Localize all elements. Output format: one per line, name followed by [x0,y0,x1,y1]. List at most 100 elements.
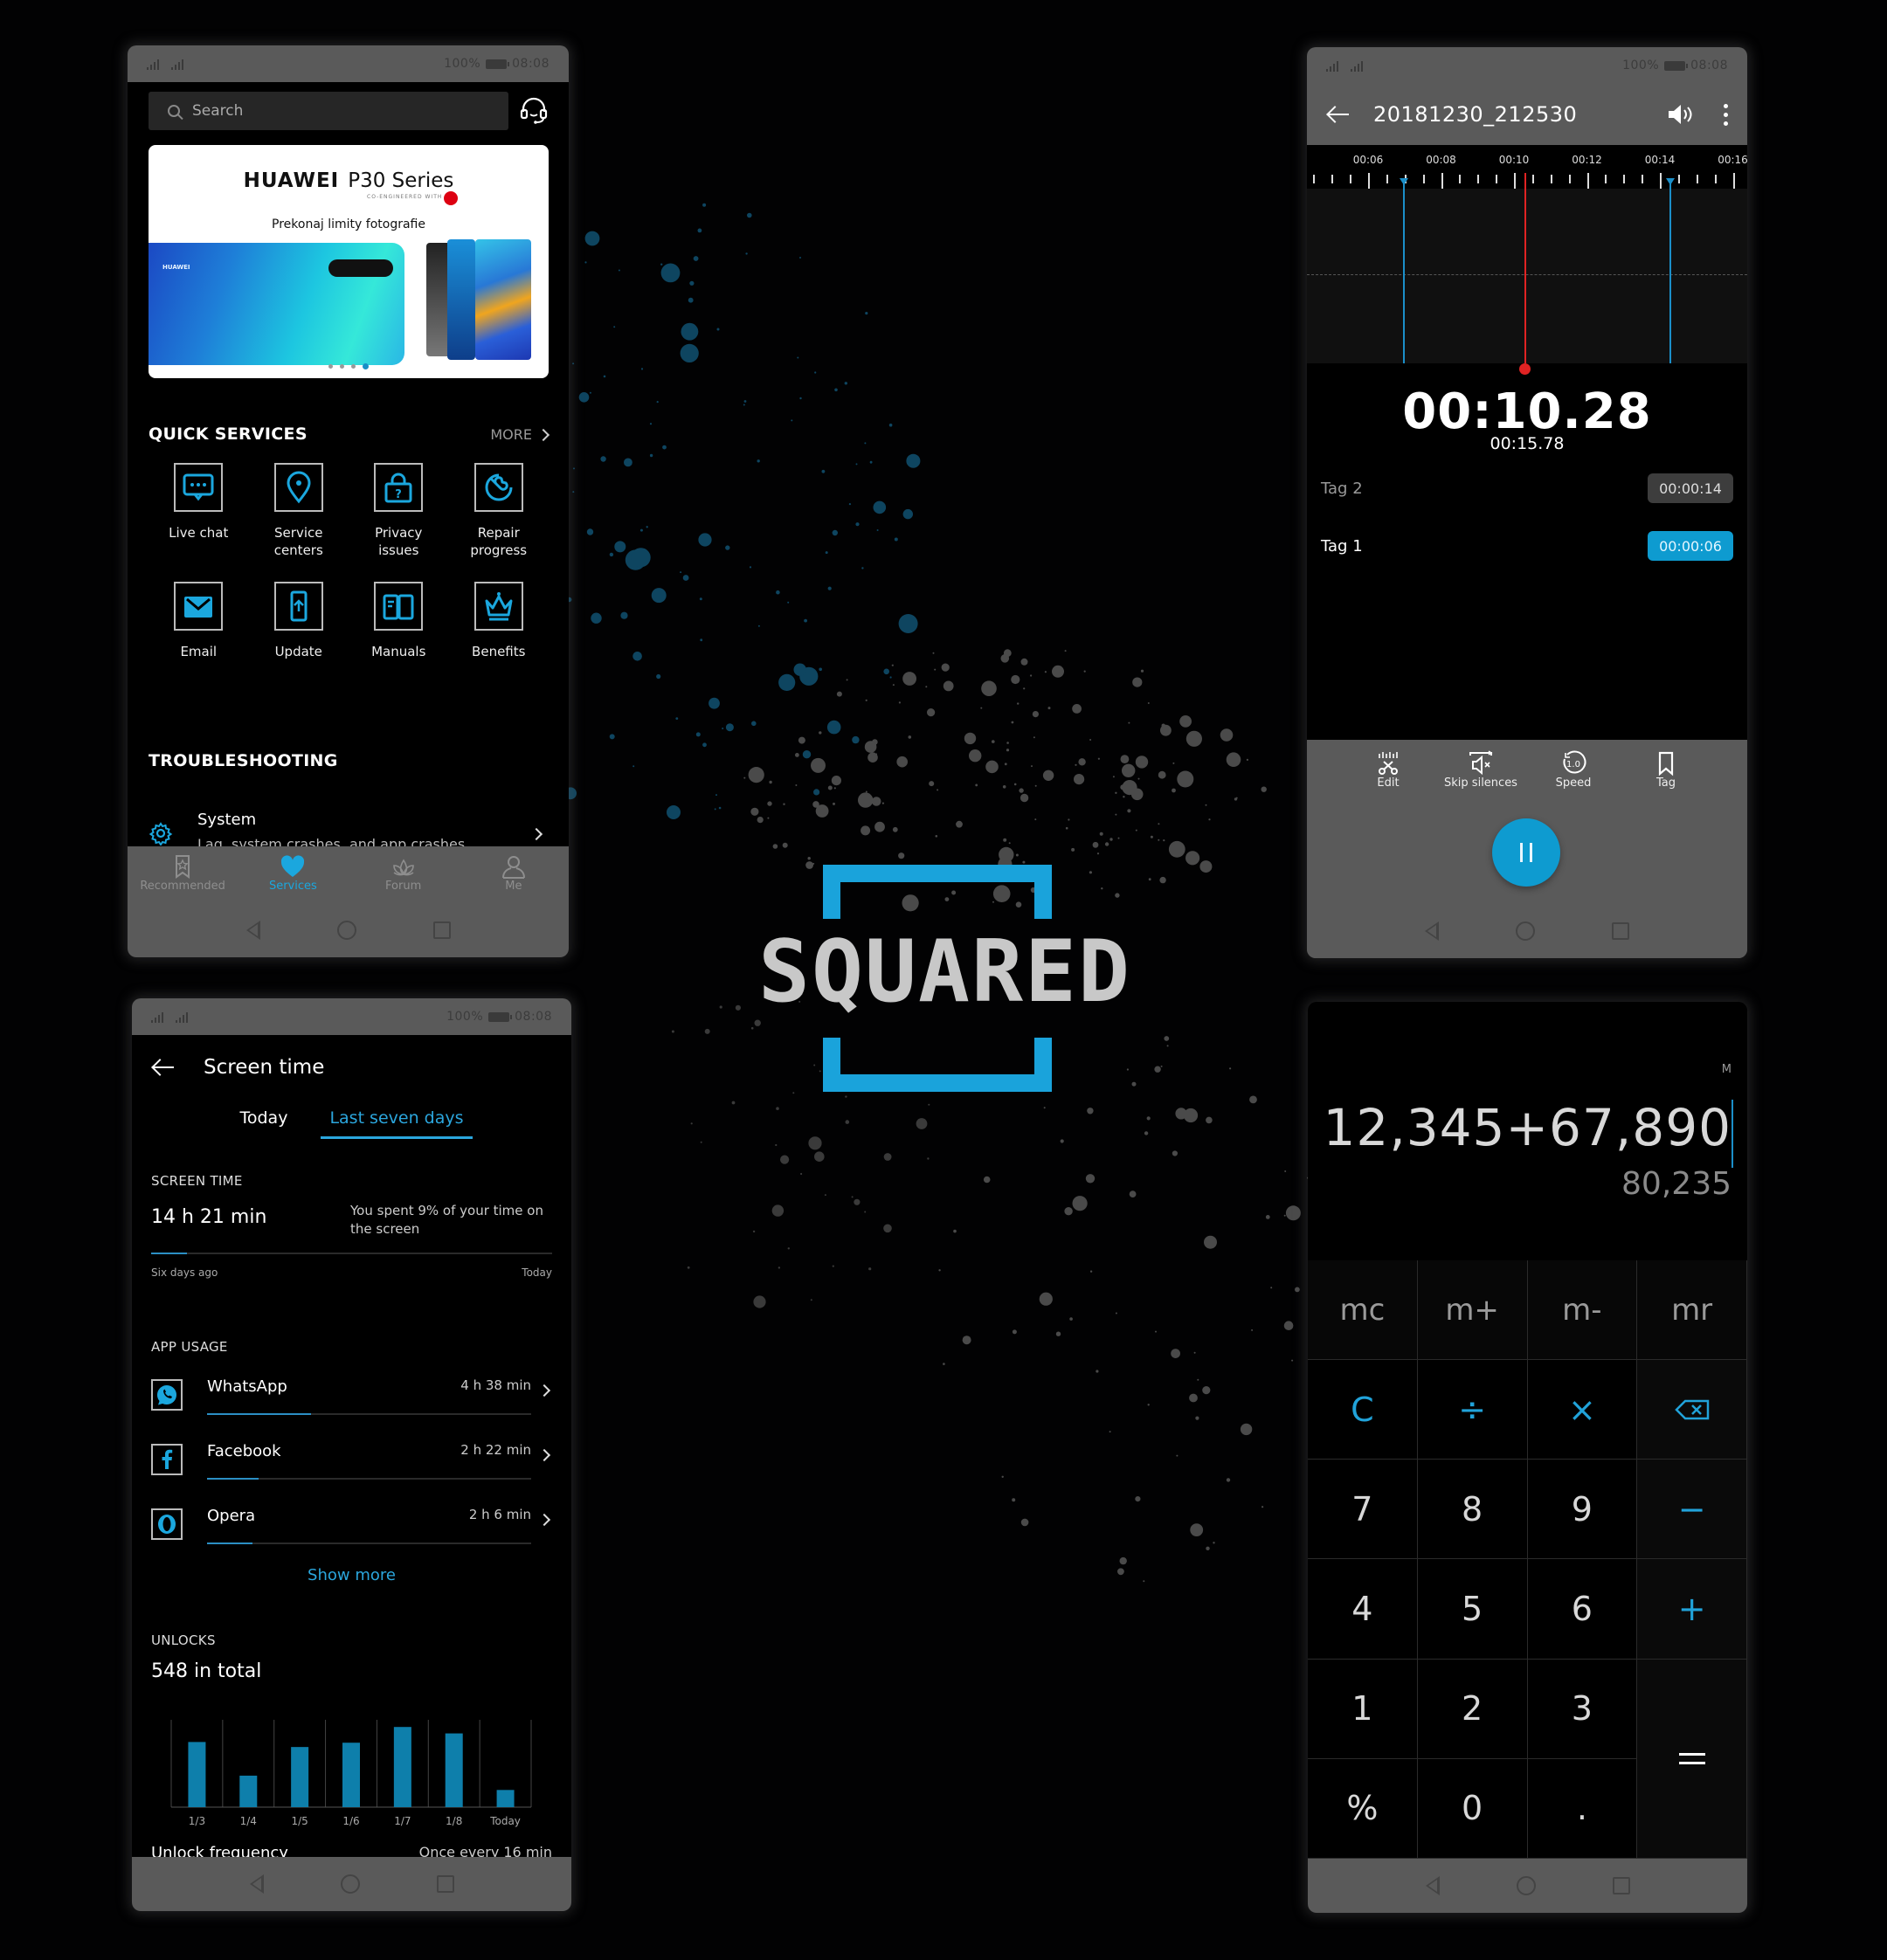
system-navigation-bar [1308,1859,1747,1913]
quick-service-benefits[interactable]: Benefits [449,582,550,683]
key-minus[interactable]: − [1637,1460,1747,1560]
key-decimal[interactable]: . [1527,1758,1638,1859]
key-0[interactable]: 0 [1417,1758,1528,1859]
tag-marker[interactable] [1666,178,1675,363]
promo-banner[interactable]: HUAWEI P30 Series CO-ENGINEERED WITH Prek… [149,145,549,378]
memory-key-mplus[interactable]: m+ [1417,1260,1528,1361]
nav-recents-icon[interactable] [432,921,451,939]
key-equals[interactable] [1637,1659,1747,1859]
playhead[interactable] [1524,173,1526,363]
ruler-tick [1642,175,1644,183]
tab-recommended[interactable]: Recommended [128,846,238,903]
app-usage-row[interactable]: Opera 2 h 6 min [151,1503,552,1556]
search-input[interactable]: Search [149,92,508,130]
key-plus[interactable]: + [1637,1559,1747,1660]
splatter-dot [1137,777,1140,780]
nav-back-icon[interactable] [1425,921,1439,941]
more-link[interactable]: MORE [490,426,550,443]
key-percent[interactable]: % [1308,1758,1418,1859]
key-clear[interactable]: C [1308,1360,1418,1460]
key-1[interactable]: 1 [1308,1659,1418,1759]
nav-home-icon[interactable] [340,1874,360,1894]
memory-key-mminus[interactable]: m- [1527,1260,1638,1361]
show-more-link[interactable]: Show more [132,1566,571,1584]
add-tag-button[interactable]: Tag [1627,750,1705,790]
key-3[interactable]: 3 [1527,1659,1638,1759]
speaker-icon[interactable] [1666,102,1694,127]
edit-button[interactable]: Edit [1349,750,1427,790]
tag-row[interactable]: Tag 2 00:00:14 [1321,473,1733,504]
key-4[interactable]: 4 [1308,1559,1418,1660]
splatter-dot [1226,752,1241,767]
splatter-dot [844,382,847,385]
tab-last-seven-days[interactable]: Last seven days [321,1108,473,1139]
key-backspace[interactable] [1637,1360,1747,1460]
memory-key-mc[interactable]: mc [1308,1260,1418,1361]
waveform-timeline[interactable]: 00:06 00:08 00:10 00:12 00:14 00:16 [1307,145,1747,363]
splatter-dot [1003,838,1007,842]
quick-service-service-centers[interactable]: Service centers [249,463,349,564]
tab-me[interactable]: Me [459,846,569,903]
tab-services[interactable]: Services [238,846,348,903]
key-divide[interactable]: ÷ [1417,1360,1528,1460]
playhead-handle[interactable] [1519,363,1531,375]
nav-recents-icon[interactable] [1612,922,1629,940]
quick-service-update[interactable]: Update [249,582,349,683]
quick-service-email[interactable]: Email [149,582,249,683]
key-7[interactable]: 7 [1308,1460,1418,1560]
nav-back-icon[interactable] [245,921,260,940]
battery-icon [488,1011,513,1022]
key-6[interactable]: 6 [1527,1559,1638,1660]
splatter-dot [660,263,681,283]
app-usage-row[interactable]: Facebook 2 h 22 min [151,1439,552,1491]
key-multiply[interactable]: × [1527,1360,1638,1460]
ruler-tick [1714,175,1717,183]
banner-phone-image [447,239,475,360]
nav-home-icon[interactable] [336,921,356,940]
tab-forum[interactable]: Forum [349,846,459,903]
tag-marker[interactable] [1400,178,1408,363]
nav-back-icon[interactable] [249,1874,264,1894]
splatter-dot [898,852,905,859]
pause-button[interactable] [1492,818,1560,887]
chart-bar [496,1790,515,1807]
ruler-label: 00:10 [1498,154,1530,166]
tag-row[interactable]: Tag 1 00:00:06 [1321,530,1733,562]
quick-service-manuals[interactable]: Manuals [349,582,449,683]
splatter-dot [819,731,822,735]
key-8[interactable]: 8 [1417,1460,1528,1560]
range-start-label: Six days ago [151,1266,218,1279]
nav-recents-icon[interactable] [436,1875,454,1893]
headset-icon[interactable] [519,96,549,126]
quick-service-repair-progress[interactable]: Repair progress [449,463,550,564]
tag-time-badge-active[interactable]: 00:00:06 [1648,531,1733,561]
chevron-right-icon [537,1448,551,1462]
splatter-dot [1129,1190,1137,1197]
quick-service-privacy-issues[interactable]: ? Privacy issues [349,463,449,564]
nav-recents-icon[interactable] [1612,1877,1630,1894]
splatter-dot [1097,757,1100,760]
tab-today[interactable]: Today [231,1108,296,1139]
splatter-dot [969,749,982,763]
calculator-expression[interactable]: 12,345+67,890 [1324,1098,1731,1157]
back-arrow-icon[interactable] [151,1058,176,1077]
carousel-dots[interactable] [149,363,549,369]
back-arrow-icon[interactable] [1326,105,1351,124]
memory-key-mr[interactable]: mr [1637,1260,1747,1361]
splatter-dot [935,835,938,838]
key-5[interactable]: 5 [1417,1559,1528,1660]
skip-silences-button[interactable]: Skip silences [1441,750,1520,790]
nav-home-icon[interactable] [1516,921,1535,941]
more-options-icon[interactable] [1724,103,1728,126]
tag-time-badge[interactable]: 00:00:14 [1648,473,1733,503]
troubleshooting-title: TROUBLESHOOTING [149,751,338,770]
nav-home-icon[interactable] [1516,1876,1536,1895]
key-2[interactable]: 2 [1417,1659,1528,1759]
nav-back-icon[interactable] [1425,1876,1440,1895]
key-9[interactable]: 9 [1527,1460,1638,1560]
quick-service-live-chat[interactable]: Live chat [149,463,249,564]
app-usage-row[interactable]: WhatsApp 4 h 38 min [151,1374,552,1426]
splatter-dot [1202,1386,1211,1395]
splatter-dot [1148,878,1151,881]
speed-button[interactable]: 1.0 Speed [1534,750,1613,790]
